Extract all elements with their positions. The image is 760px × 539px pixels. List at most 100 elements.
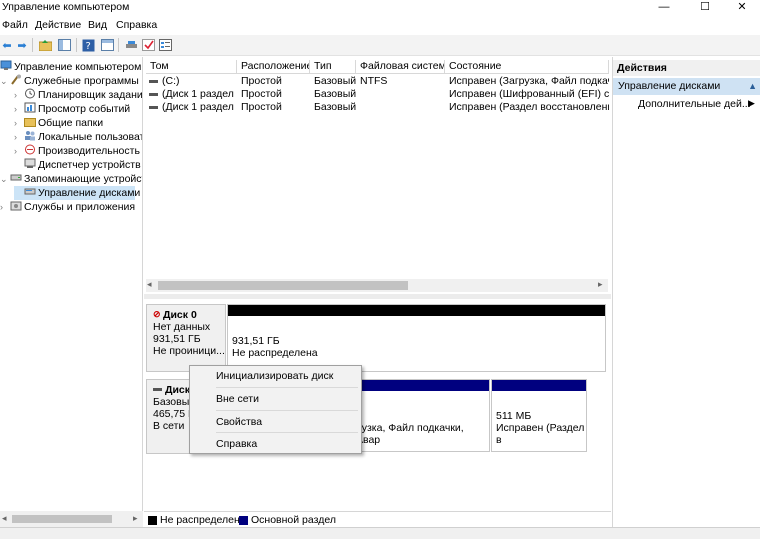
menu-item-properties[interactable]: Свойства (216, 416, 262, 428)
column-header-filesystem[interactable]: Файловая система (356, 60, 445, 74)
tree-scroll-thumb[interactable] (12, 515, 112, 523)
cell-layout: Простой (241, 88, 282, 100)
context-menu: Инициализировать диск Вне сети Свойства … (189, 365, 362, 454)
legend-bar: Не распределена Основной раздел (144, 511, 611, 527)
cell-volume: (Диск 1 раздел 4) (162, 101, 237, 113)
scroll-right-icon[interactable]: ▸ (133, 513, 138, 524)
tree-item-storage[interactable]: ⌄ Запоминающие устройст (0, 172, 143, 186)
scroll-left-icon[interactable]: ◂ (147, 279, 152, 290)
volume-icon (149, 93, 158, 96)
connect-icon[interactable] (124, 38, 138, 52)
collapse-up-icon[interactable]: ▲ (748, 78, 757, 95)
menu-file[interactable]: Файл (2, 19, 28, 31)
chevron-right-icon[interactable]: › (14, 130, 24, 144)
unallocated-bar (228, 305, 605, 316)
scroll-right-icon[interactable]: ▸ (598, 279, 603, 290)
chevron-down-icon[interactable]: ⌄ (0, 74, 10, 88)
toolbar: ⬅ ➡ ? (0, 35, 760, 56)
users-icon (24, 130, 36, 141)
menu-item-initialize-disk[interactable]: Инициализировать диск (216, 370, 333, 382)
table-row[interactable]: (Диск 1 раздел 4) Простой Базовый Исправ… (146, 101, 609, 114)
cell-status: Исправен (Раздел восстановления) (449, 101, 609, 113)
column-header-status[interactable]: Состояние (445, 60, 609, 74)
disk-management-icon (24, 186, 36, 197)
properties-icon[interactable] (158, 38, 172, 52)
partition-size: 931,51 ГБ (232, 335, 280, 347)
more-actions-item[interactable]: Дополнительные дей... ▶ (638, 98, 758, 112)
up-folder-icon[interactable] (38, 38, 52, 52)
list-scroll-thumb[interactable] (158, 281, 408, 290)
tree-label: Планировщик заданий (38, 89, 143, 101)
svg-text:?: ? (85, 41, 90, 52)
disk0-label[interactable]: ⊘ Диск 0 Нет данных 931,51 ГБ Не проиниц… (146, 304, 226, 372)
table-row[interactable]: (Диск 1 раздел 1) Простой Базовый Исправ… (146, 88, 609, 101)
partition-size: 511 МБ (496, 410, 532, 422)
cell-filesystem: NTFS (360, 75, 388, 87)
show-hide-tree-icon[interactable] (57, 38, 71, 52)
disk0-unallocated-partition[interactable]: 931,51 ГБ Не распределена (227, 304, 606, 372)
forward-arrow-icon[interactable]: ➡ (15, 38, 29, 52)
title-bar: Управление компьютером — ☐ ✕ (0, 0, 760, 18)
computer-management-icon (0, 60, 12, 71)
actions-section-disk-management[interactable]: Управление дисками ▲ (613, 78, 760, 95)
tree-label: Запоминающие устройст (24, 173, 143, 185)
help-icon[interactable]: ? (81, 38, 95, 52)
tree-item-disk-management[interactable]: Управление дисками (14, 186, 140, 200)
tree-item-local-users[interactable]: › Локальные пользовате (14, 130, 143, 144)
chevron-right-icon[interactable]: › (14, 116, 24, 130)
tree-label: Производительность (38, 145, 140, 157)
tree-label: Диспетчер устройств (38, 159, 141, 171)
column-header-type[interactable]: Тип (310, 60, 356, 74)
menu-item-offline[interactable]: Вне сети (216, 393, 259, 405)
actions-title: Действия (613, 60, 760, 76)
performance-icon (24, 144, 36, 155)
menu-action[interactable]: Действие (35, 19, 81, 31)
properties-pane-icon[interactable] (100, 38, 114, 52)
chevron-down-icon[interactable]: ⌄ (0, 172, 10, 186)
tree-item-device-manager[interactable]: Диспетчер устройств (14, 158, 141, 172)
disk1-recovery-partition[interactable]: 511 МБ Исправен (Раздел в (491, 379, 587, 452)
tree-item-services-apps[interactable]: › Службы и приложения (0, 200, 135, 214)
chevron-right-icon[interactable]: › (0, 200, 10, 214)
menu-view[interactable]: Вид (88, 19, 107, 31)
cell-type: Базовый (314, 101, 357, 113)
tree-item-task-scheduler[interactable]: › Планировщик заданий (14, 88, 143, 102)
disk0-init-status: Не проиници... (153, 345, 225, 357)
tree-item-system-tools[interactable]: ⌄ Служебные программы (0, 74, 139, 88)
status-bar (0, 527, 760, 539)
tree-label: Локальные пользовате (38, 131, 143, 143)
tree-horizontal-scrollbar[interactable]: ◂ ▸ (0, 511, 143, 527)
maximize-button[interactable]: ☐ (690, 0, 720, 16)
scroll-left-icon[interactable]: ◂ (2, 513, 7, 524)
tree-item-root[interactable]: Управление компьютером (л (0, 60, 143, 74)
disk0-state: Нет данных (153, 321, 211, 333)
tree-item-performance[interactable]: › Производительность (14, 144, 140, 158)
check-icon[interactable] (141, 38, 155, 52)
tree-label: Управление компьютером (л (14, 61, 143, 73)
chevron-right-icon[interactable]: › (14, 144, 24, 158)
actions-section-label: Управление дисками (618, 80, 721, 92)
table-row[interactable]: (C:) Простой Базовый NTFS Исправен (Загр… (146, 75, 609, 88)
minimize-button[interactable]: — (649, 0, 679, 16)
chevron-right-icon[interactable]: › (14, 88, 24, 102)
menu-item-help[interactable]: Справка (216, 438, 257, 450)
tree-label: Службы и приложения (24, 201, 136, 213)
back-arrow-icon[interactable]: ⬅ (0, 38, 14, 52)
tree-item-shared-folders[interactable]: › Общие папки (14, 116, 103, 130)
primary-partition-bar (492, 380, 586, 391)
clock-icon (24, 88, 36, 99)
chevron-right-icon[interactable]: › (14, 102, 24, 116)
legend-unallocated: Не распределена (160, 514, 246, 526)
event-viewer-icon (24, 102, 36, 113)
menu-help[interactable]: Справка (116, 19, 157, 31)
legend-swatch-unallocated (148, 516, 157, 525)
column-header-volume[interactable]: Том (146, 60, 237, 74)
disk1-state: В сети (153, 420, 185, 432)
list-horizontal-scrollbar[interactable]: ◂ ▸ (146, 279, 608, 292)
tools-icon (10, 74, 22, 85)
close-button[interactable]: ✕ (727, 0, 757, 16)
storage-icon (10, 172, 22, 183)
tree-item-event-viewer[interactable]: › Просмотр событий (14, 102, 130, 116)
cell-status: Исправен (Загрузка, Файл подкачки, (449, 75, 609, 87)
column-header-layout[interactable]: Расположение (237, 60, 310, 74)
